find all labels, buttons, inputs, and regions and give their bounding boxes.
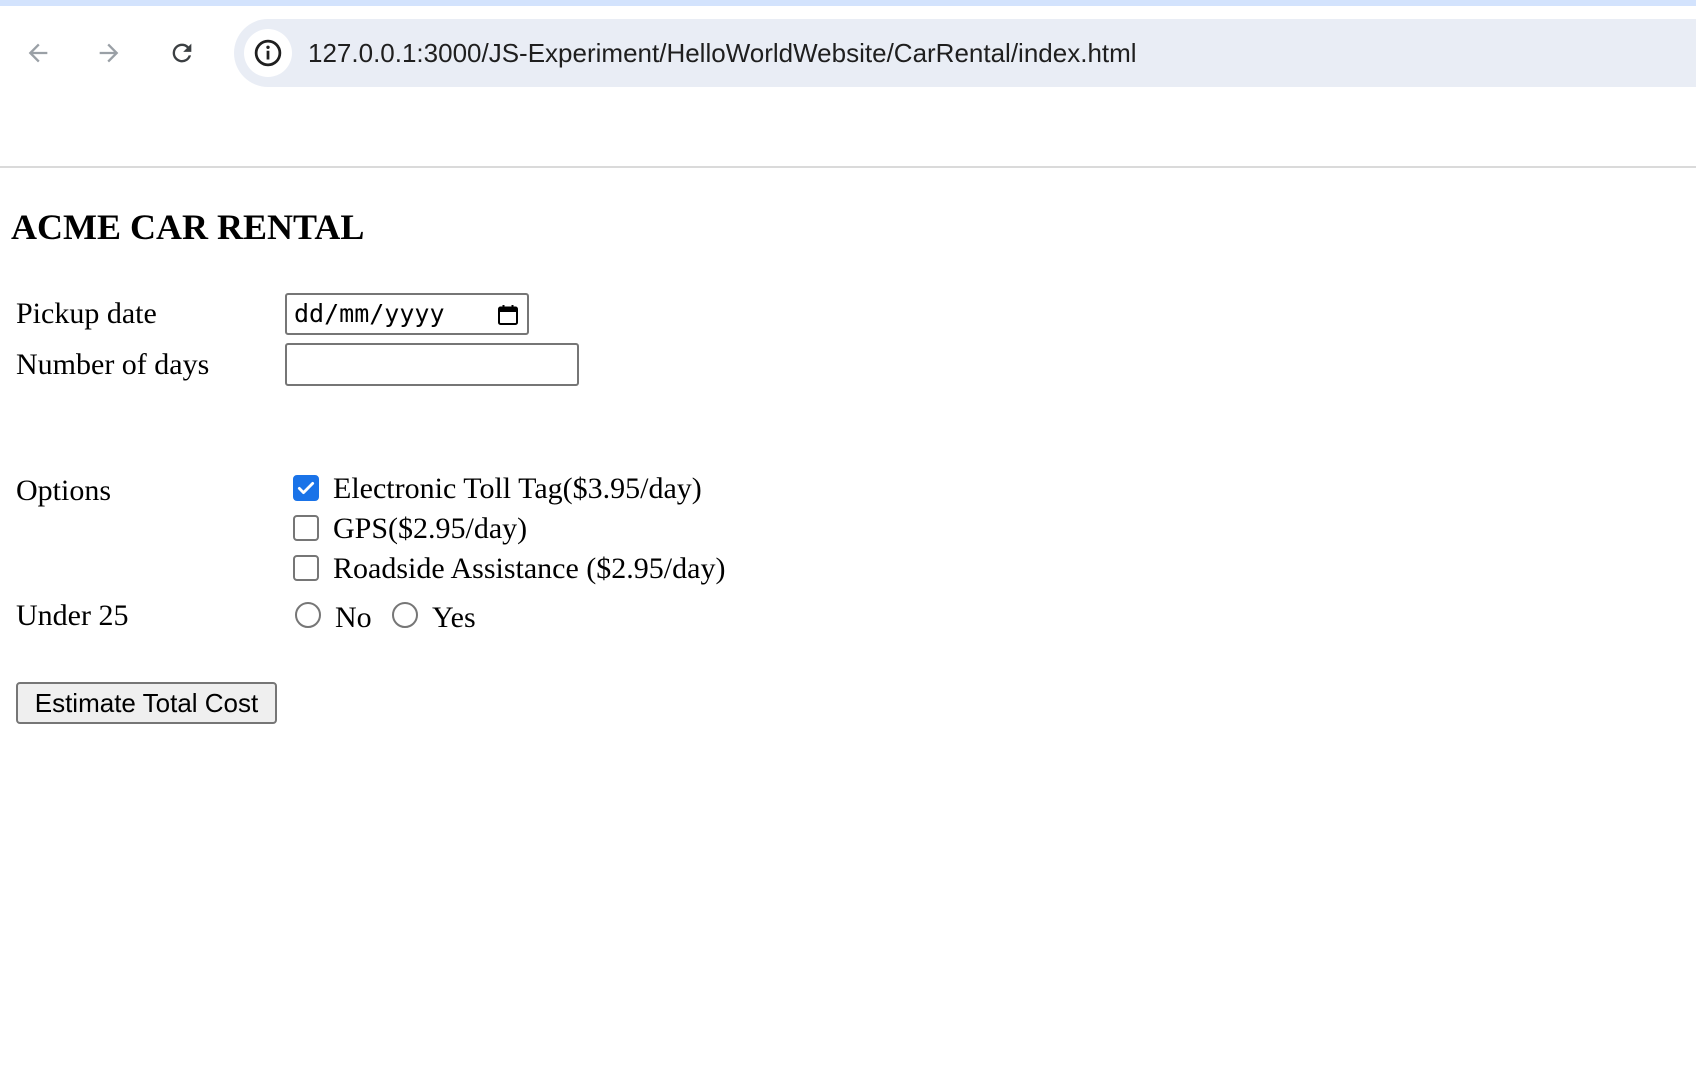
options-label: Options	[16, 474, 112, 507]
toll-tag-checkbox[interactable]	[293, 475, 319, 501]
gps-checkbox[interactable]	[293, 515, 319, 541]
roadside-assistance-label[interactable]: Roadside Assistance ($2.95/day)	[333, 551, 725, 587]
toll-tag-label[interactable]: Electronic Toll Tag($3.95/day)	[333, 471, 702, 507]
roadside-assistance-checkbox[interactable]	[293, 555, 319, 581]
under-25-yes-label[interactable]: Yes	[432, 600, 476, 636]
date-placeholder: dd/mm/yyyy	[294, 299, 445, 328]
arrow-left-icon	[28, 43, 48, 63]
under-25-label: Under 25	[16, 599, 129, 632]
page-title: ACME CAR RENTAL	[11, 207, 365, 247]
reload-icon	[172, 43, 192, 63]
address-bar[interactable]: 127.0.0.1:3000/JS-Experiment/HelloWorldW…	[234, 19, 1696, 87]
estimate-total-cost-button[interactable]: Estimate Total Cost	[16, 682, 277, 724]
back-button[interactable]	[15, 30, 61, 76]
pickup-date-label: Pickup date	[16, 297, 157, 330]
under-25-no-label[interactable]: No	[335, 600, 372, 636]
pickup-date-input[interactable]: dd/mm/yyyy	[285, 293, 529, 335]
forward-button[interactable]	[86, 30, 132, 76]
info-icon	[254, 39, 282, 67]
page-content: ACME CAR RENTAL Pickup date dd/mm/yyyy N…	[0, 168, 1696, 1092]
url-text[interactable]: 127.0.0.1:3000/JS-Experiment/HelloWorldW…	[308, 19, 1137, 87]
arrow-right-icon	[99, 43, 119, 63]
number-of-days-input[interactable]	[285, 343, 579, 386]
gps-label[interactable]: GPS($2.95/day)	[333, 511, 527, 547]
browser-toolbar: 127.0.0.1:3000/JS-Experiment/HelloWorldW…	[0, 6, 1696, 166]
under-25-no-radio[interactable]	[295, 602, 321, 628]
site-info-button[interactable]	[244, 29, 292, 77]
under-25-yes-radio[interactable]	[392, 602, 418, 628]
number-of-days-label: Number of days	[16, 348, 210, 381]
checkmark-icon	[297, 482, 315, 494]
reload-button[interactable]	[159, 30, 205, 76]
calendar-icon[interactable]	[496, 303, 520, 327]
